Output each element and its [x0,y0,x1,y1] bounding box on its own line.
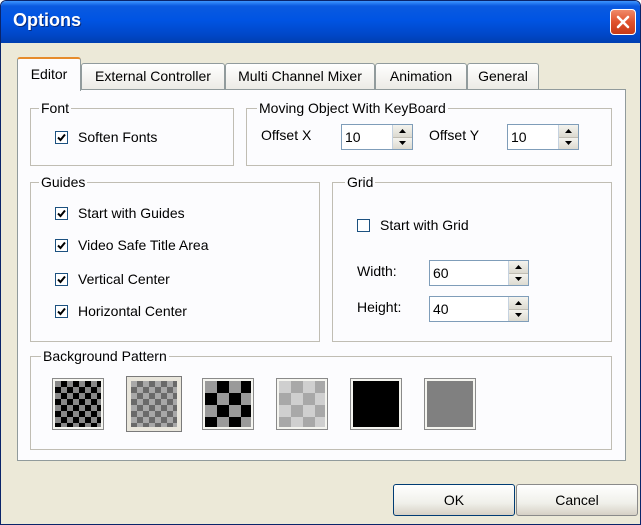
editor-tab-panel: Font Soften Fonts Moving Object With Key… [17,89,626,461]
spin-up-icon [515,300,522,305]
offset-y-arrows [558,125,578,149]
spin-up-button[interactable] [393,125,412,138]
guides-group: Guides Start with Guides Video Safe Titl… [30,174,320,342]
grid-height-value[interactable]: 40 [430,297,508,321]
soften-fonts-label: Soften Fonts [78,129,158,145]
grid-width-spinner[interactable]: 60 [429,260,529,286]
spin-down-button[interactable] [393,137,412,149]
spin-up-button[interactable] [509,297,528,310]
checkmark-icon [57,241,66,249]
spin-down-icon [515,277,522,282]
checkbox-box[interactable] [55,206,68,220]
spin-up-icon [565,128,572,133]
font-group-legend: Font [39,100,72,116]
spin-up-button[interactable] [509,261,528,274]
pattern-solid-gray[interactable] [425,379,475,429]
spin-down-button[interactable] [509,309,528,321]
spin-down-icon [515,313,522,318]
font-group: Font Soften Fonts [30,100,234,166]
spin-up-icon [399,128,406,133]
grid-width-value[interactable]: 60 [430,261,508,285]
horizontal-center-checkbox[interactable]: Horizontal Center [55,303,187,319]
window-title: Options [13,10,81,30]
title-bar[interactable]: Options [1,1,640,43]
close-icon [616,15,630,29]
moving-object-legend: Moving Object With KeyBoard [257,100,448,116]
spin-down-icon [399,141,406,146]
moving-object-group: Moving Object With KeyBoard Offset X 10 … [246,100,612,166]
background-pattern-group: Background Pattern [30,348,612,450]
offset-y-label: Offset Y [429,127,480,143]
guides-legend: Guides [39,174,88,190]
checkbox-box[interactable] [357,218,370,232]
checkmark-icon [57,275,66,283]
checkbox-box[interactable] [55,304,68,318]
checkmark-icon [57,307,66,315]
start-with-guides-checkbox[interactable]: Start with Guides [55,205,185,221]
ok-button[interactable]: OK [393,484,515,516]
tab-external-controller[interactable]: External Controller [81,63,225,89]
spin-up-icon [515,264,522,269]
spin-down-icon [565,141,572,146]
start-with-grid-checkbox[interactable]: Start with Grid [357,217,469,233]
checkbox-box[interactable] [55,272,68,286]
tab-editor[interactable]: Editor [17,57,81,91]
cancel-button[interactable]: Cancel [516,484,638,516]
checkbox-box[interactable] [55,130,68,144]
grid-width-arrows [508,261,528,285]
vertical-center-checkbox[interactable]: Vertical Center [55,271,170,287]
offset-y-spinner[interactable]: 10 [507,124,579,150]
pattern-fine-gray-checker[interactable] [127,377,181,431]
pattern-coarse-gray-checker[interactable] [277,379,327,429]
pattern-coarse-black-checker[interactable] [203,379,253,429]
grid-height-spinner[interactable]: 40 [429,296,529,322]
grid-legend: Grid [345,174,376,190]
start-with-grid-label: Start with Grid [380,217,469,233]
spin-up-button[interactable] [559,125,578,138]
checkbox-box[interactable] [55,238,68,252]
spin-down-button[interactable] [559,137,578,149]
grid-height-label: Height: [357,299,402,315]
video-safe-title-area-checkbox[interactable]: Video Safe Title Area [55,237,209,253]
grid-group: Grid Start with Grid Width: 60 Height: 4… [332,174,612,342]
offset-y-value[interactable]: 10 [508,125,558,149]
tab-animation[interactable]: Animation [375,63,467,89]
vertical-center-label: Vertical Center [78,271,170,287]
soften-fonts-checkbox[interactable]: Soften Fonts [55,129,157,145]
start-with-guides-label: Start with Guides [78,205,185,221]
background-pattern-legend: Background Pattern [41,348,169,364]
grid-width-label: Width: [357,263,397,279]
checkmark-icon [57,209,66,217]
close-button[interactable] [610,9,636,35]
offset-x-value[interactable]: 10 [342,125,392,149]
pattern-solid-black[interactable] [351,379,401,429]
horizontal-center-label: Horizontal Center [78,303,187,319]
offset-x-label: Offset X [261,127,312,143]
options-dialog: Options Editor External Controller Multi… [0,0,641,525]
offset-x-arrows [392,125,412,149]
tab-multi-channel-mixer[interactable]: Multi Channel Mixer [225,63,375,89]
checkmark-icon [57,133,66,141]
grid-height-arrows [508,297,528,321]
tab-general[interactable]: General [467,63,539,89]
pattern-fine-black-checker[interactable] [53,379,103,429]
video-safe-title-area-label: Video Safe Title Area [78,237,209,253]
spin-down-button[interactable] [509,273,528,285]
offset-x-spinner[interactable]: 10 [341,124,413,150]
